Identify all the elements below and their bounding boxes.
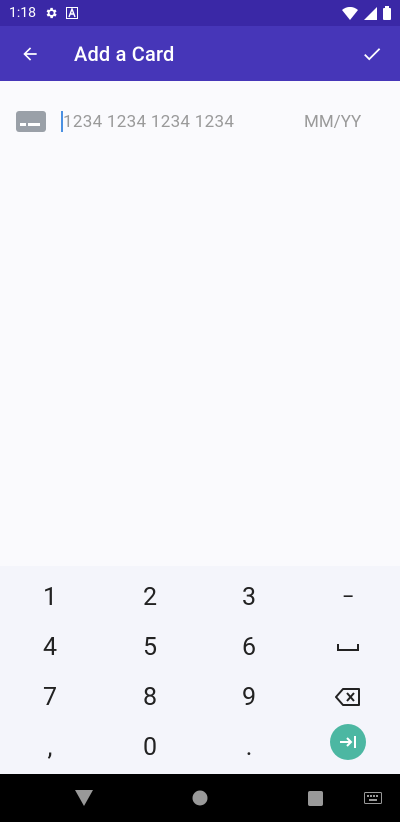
key-0[interactable]: 0 [100, 722, 200, 772]
nav-back-button[interactable] [64, 774, 104, 822]
battery-icon [383, 6, 391, 20]
arrow-left-icon [23, 46, 37, 61]
home-circle-icon [192, 790, 208, 806]
key-period[interactable]: . [199, 722, 299, 772]
key-6[interactable]: 6 [199, 622, 299, 672]
card-input-row [0, 100, 400, 144]
page-title: Add a Card [74, 41, 175, 66]
confirm-button[interactable] [344, 26, 400, 81]
a-icon [66, 7, 78, 19]
cell-signal-icon [364, 6, 377, 20]
wifi-icon [342, 6, 358, 20]
checkmark-icon [364, 47, 381, 60]
keyboard-icon [364, 792, 382, 804]
back-button[interactable] [2, 26, 58, 81]
nav-keyboard-button[interactable] [358, 774, 388, 822]
nav-home-button[interactable] [180, 774, 220, 822]
tab-arrow-icon [340, 736, 356, 748]
nav-recents-button[interactable] [295, 774, 335, 822]
card-number-input[interactable] [63, 110, 263, 134]
back-triangle-icon [75, 790, 93, 806]
app-bar: Add a Card [0, 26, 400, 81]
backspace-icon [335, 688, 360, 706]
key-8[interactable]: 8 [100, 672, 200, 722]
key-7[interactable]: 7 [0, 672, 100, 722]
status-bar: 1:18 [0, 0, 400, 26]
numeric-keyboard: 1 2 3 − 4 5 6 7 8 9 , 0 . [0, 566, 400, 774]
key-5[interactable]: 5 [100, 622, 200, 672]
next-action-button[interactable] [330, 724, 366, 760]
credit-card-icon [16, 111, 46, 133]
key-2[interactable]: 2 [100, 572, 200, 622]
recents-square-icon [307, 790, 323, 806]
space-key[interactable] [298, 622, 398, 672]
key-comma[interactable]: , [0, 722, 100, 772]
system-nav-bar [0, 774, 400, 822]
key-minus[interactable]: − [298, 572, 398, 622]
next-action-key[interactable] [298, 717, 398, 767]
key-1[interactable]: 1 [0, 572, 100, 622]
space-icon [337, 644, 359, 651]
key-3[interactable]: 3 [199, 572, 299, 622]
backspace-key[interactable] [298, 672, 398, 722]
status-time: 1:18 [9, 5, 36, 21]
key-9[interactable]: 9 [199, 672, 299, 722]
key-4[interactable]: 4 [0, 622, 100, 672]
gear-icon [44, 6, 58, 20]
expiry-input[interactable] [304, 110, 384, 134]
